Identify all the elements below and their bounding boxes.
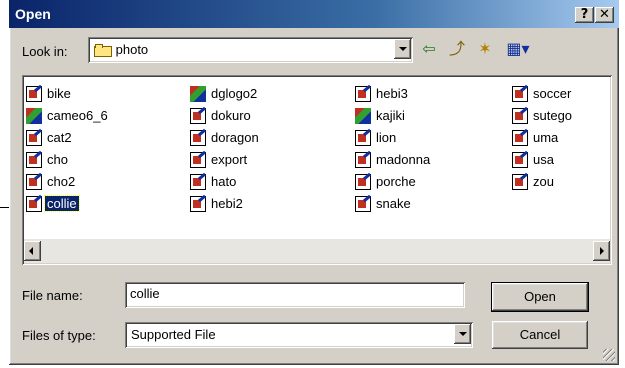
files-of-type-combo[interactable]: Supported File: [125, 322, 473, 348]
file-name-value: collie: [130, 286, 160, 301]
file-name-label: File name:: [22, 288, 83, 303]
file-item[interactable]: sutego: [512, 105, 574, 125]
image-file-icon: [26, 85, 42, 102]
title-bar: Open ? ✕: [9, 0, 619, 28]
file-item[interactable]: snake: [355, 193, 413, 213]
file-name-input[interactable]: collie: [125, 282, 465, 308]
image-file-icon: [190, 173, 206, 190]
look-in-value: photo: [115, 42, 149, 57]
image-file-icon: [355, 85, 371, 102]
file-item-label: doragon: [211, 129, 259, 145]
file-item[interactable]: porche: [355, 171, 418, 191]
image-file-icon: [26, 195, 42, 212]
folder-icon: [94, 44, 112, 58]
file-item[interactable]: cho2: [26, 171, 77, 191]
file-item-label: soccer: [533, 85, 572, 101]
image-file-icon: [512, 151, 528, 168]
file-item-label: usa: [533, 151, 554, 167]
file-item[interactable]: lion: [355, 127, 398, 147]
file-item[interactable]: usa: [512, 149, 556, 169]
resize-grip[interactable]: [603, 349, 615, 361]
file-item[interactable]: hato: [190, 171, 238, 191]
cancel-button[interactable]: Cancel: [492, 321, 588, 349]
file-item-label: cat2: [47, 129, 72, 145]
image-file-icon: [512, 173, 528, 190]
image-file-icon: [512, 85, 528, 102]
image-file-icon: [512, 129, 528, 146]
view-menu-icon[interactable]: ▦▾: [501, 38, 535, 60]
file-item[interactable]: bike: [26, 83, 73, 103]
file-item[interactable]: cho: [26, 149, 70, 169]
file-item[interactable]: hebi2: [190, 193, 245, 213]
file-item-label: cameo6_6: [47, 107, 108, 123]
file-item[interactable]: soccer: [512, 83, 573, 103]
file-item[interactable]: cameo6_6: [26, 105, 110, 125]
image-file-icon: [355, 129, 371, 146]
image-file-icon: [355, 173, 371, 190]
image-file-icon: [355, 151, 371, 168]
file-item-label: hato: [211, 173, 237, 189]
file-item[interactable]: dokuro: [190, 105, 253, 125]
scroll-right-button[interactable]: [593, 241, 610, 261]
file-item-label: dokuro: [211, 107, 251, 123]
open-dialog: Open ? ✕ Look in: photo ⇦ ⤴ ✶ ▦▾ bike cam…: [9, 0, 619, 365]
image-file-icon: [512, 107, 528, 124]
file-item[interactable]: collie: [26, 193, 80, 213]
file-item-label: hebi3: [376, 85, 408, 101]
open-button[interactable]: Open: [491, 282, 589, 312]
window-title: Open: [15, 6, 51, 22]
scroll-left-button[interactable]: [24, 241, 41, 261]
file-item-label: lion: [376, 129, 397, 145]
file-item-label: collie: [44, 194, 80, 212]
file-item[interactable]: uma: [512, 127, 560, 147]
help-button[interactable]: ?: [575, 7, 594, 23]
file-item-label: kajiki: [376, 107, 405, 123]
look-in-label: Look in:: [22, 44, 68, 59]
file-item-label: sutego: [533, 107, 573, 123]
file-item-label: export: [211, 151, 248, 167]
files-of-type-value: Supported File: [131, 327, 216, 342]
file-item[interactable]: zou: [512, 171, 556, 191]
horizontal-scrollbar[interactable]: [24, 239, 610, 263]
file-item-label: madonna: [376, 151, 431, 167]
multi-image-file-icon: [190, 85, 206, 102]
file-item[interactable]: dglogo2: [190, 83, 259, 103]
file-item[interactable]: cat2: [26, 127, 74, 147]
file-item[interactable]: madonna: [355, 149, 432, 169]
file-item-label: porche: [376, 173, 416, 189]
files-of-type-label: Files of type:: [22, 328, 96, 343]
files-of-type-dropdown-button[interactable]: [454, 324, 471, 344]
image-file-icon: [26, 151, 42, 168]
image-file-icon: [190, 151, 206, 168]
close-icon: ✕: [599, 7, 610, 22]
file-item[interactable]: doragon: [190, 127, 261, 147]
file-item-label: snake: [376, 195, 411, 211]
look-in-dropdown-button[interactable]: [394, 39, 411, 59]
back-icon[interactable]: ⇦: [417, 38, 441, 60]
file-item-label: uma: [533, 129, 559, 145]
image-file-icon: [190, 107, 206, 124]
file-item-label: zou: [533, 173, 554, 189]
image-file-icon: [190, 195, 206, 212]
file-item[interactable]: hebi3: [355, 83, 410, 103]
image-file-icon: [355, 195, 371, 212]
new-folder-icon[interactable]: ✶: [473, 38, 497, 60]
file-item-label: dglogo2: [211, 85, 258, 101]
file-item[interactable]: kajiki: [355, 105, 407, 125]
image-file-icon: [190, 129, 206, 146]
file-item-label: bike: [47, 85, 71, 101]
multi-image-file-icon: [26, 107, 42, 124]
multi-image-file-icon: [355, 107, 371, 124]
file-item-label: cho2: [47, 173, 76, 189]
up-folder-icon[interactable]: ⤴: [445, 38, 469, 60]
close-button[interactable]: ✕: [595, 7, 614, 23]
file-list: bike cameo6_6 cat2 cho cho2 collie dglogo2 doku…: [22, 75, 612, 265]
look-in-combo[interactable]: photo: [88, 37, 413, 63]
file-item-label: cho: [47, 151, 68, 167]
file-item-label: hebi2: [211, 195, 243, 211]
image-file-icon: [26, 129, 42, 146]
image-file-icon: [26, 173, 42, 190]
file-item[interactable]: export: [190, 149, 249, 169]
